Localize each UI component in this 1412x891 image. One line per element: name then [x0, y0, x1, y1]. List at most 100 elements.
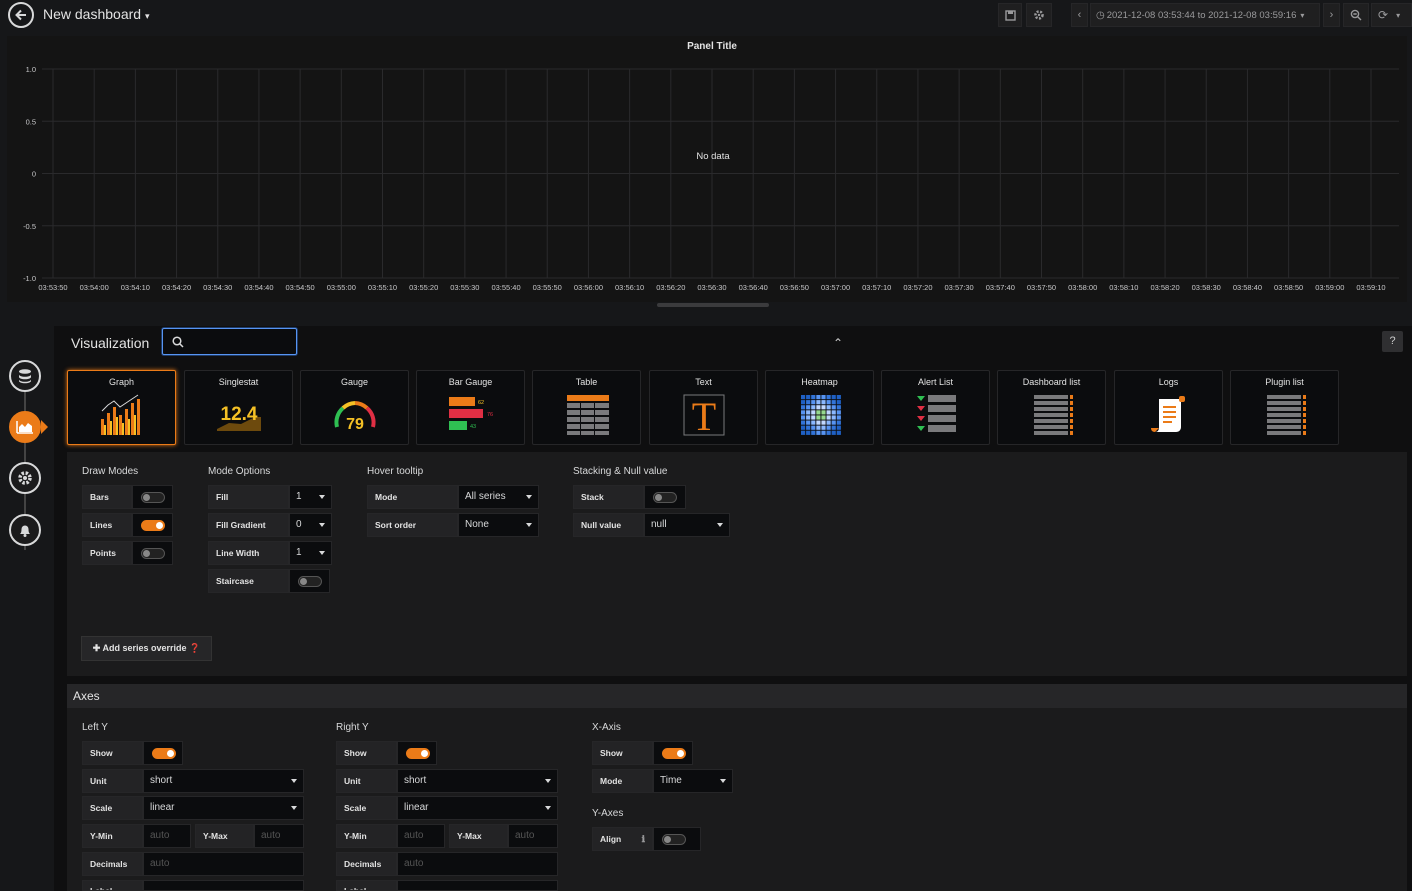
sidebar-item-general[interactable] — [9, 462, 41, 494]
left-y-show-toggle[interactable] — [152, 748, 176, 759]
left-y-label-input[interactable] — [143, 880, 304, 891]
dashboard-title-text: New dashboard — [43, 6, 142, 22]
time-shift-back-button[interactable]: ‹ — [1071, 3, 1088, 27]
viz-card-table[interactable]: Table — [532, 370, 641, 445]
left-y-max-input[interactable]: auto — [254, 824, 304, 848]
save-dashboard-button[interactable] — [998, 3, 1022, 27]
viz-card-alert-list[interactable]: Alert List — [881, 370, 990, 445]
visualization-heading: Visualization — [71, 335, 150, 351]
dashboard-settings-button[interactable] — [1026, 3, 1052, 27]
right-y-max-input[interactable]: auto — [508, 824, 558, 848]
x-axis-mode-select[interactable]: Time — [653, 769, 733, 793]
collapse-chevron-up-icon[interactable]: ⌃ — [833, 336, 843, 350]
left-y-show-switch[interactable] — [143, 741, 183, 765]
heatmap-cell — [806, 405, 811, 410]
bars-toggle[interactable] — [141, 492, 165, 503]
lines-switch[interactable] — [132, 513, 173, 537]
viz-card-logs[interactable]: Logs — [1114, 370, 1223, 445]
left-y-scale-label: Scale — [82, 796, 143, 820]
x-tick-label: 03:54:40 — [244, 283, 273, 292]
viz-card-singlestat[interactable]: Singlestat 12.4 — [184, 370, 293, 445]
points-switch[interactable] — [132, 541, 173, 565]
stack-toggle[interactable] — [653, 492, 677, 503]
left-y-min-input[interactable]: auto — [143, 824, 191, 848]
viz-card-dashboard-list[interactable]: Dashboard list — [997, 370, 1106, 445]
right-y-label-input[interactable] — [397, 880, 558, 891]
chart-area-icon — [16, 421, 33, 434]
viz-card-text[interactable]: Text T — [649, 370, 758, 445]
help-button[interactable]: ? — [1382, 331, 1403, 352]
time-picker-button[interactable]: ◷ 2021-12-08 03:53:44 to 2021-12-08 03:5… — [1090, 3, 1320, 27]
points-toggle[interactable] — [141, 548, 165, 559]
heatmap-cell — [831, 430, 836, 435]
left-y-unit-select[interactable]: short — [143, 769, 304, 793]
y-axes-align-switch[interactable] — [653, 827, 701, 851]
x-tick-label: 03:58:20 — [1150, 283, 1179, 292]
panel-resize-handle[interactable] — [657, 303, 769, 307]
right-y-show-toggle[interactable] — [406, 748, 430, 759]
x-tick-label: 03:55:00 — [327, 283, 356, 292]
dashboard-title[interactable]: New dashboard ▾ — [43, 6, 149, 22]
null-value-select[interactable]: null — [644, 513, 730, 537]
heatmap-cell — [801, 420, 806, 425]
y-axes-align-toggle[interactable] — [662, 834, 686, 845]
heatmap-cell — [831, 420, 836, 425]
viz-card-bar-gauge[interactable]: Bar Gauge 62 76 43 — [416, 370, 525, 445]
right-y-unit-label: Unit — [336, 769, 397, 793]
line-width-select[interactable]: 1 — [289, 541, 332, 565]
right-y-scale-select[interactable]: linear — [397, 796, 558, 820]
y-axes-heading: Y-Axes — [592, 808, 624, 819]
x-tick-label: 03:56:00 — [574, 283, 603, 292]
right-y-unit-select[interactable]: short — [397, 769, 558, 793]
caret-down-icon — [720, 779, 726, 783]
fill-gradient-label: Fill Gradient — [208, 513, 289, 537]
heatmap-cell — [811, 400, 816, 405]
x-tick-label: 03:56:50 — [780, 283, 809, 292]
x-tick-label: 03:55:40 — [491, 283, 520, 292]
heatmap-cell — [831, 395, 836, 400]
right-y-decimals-input[interactable]: auto — [397, 852, 558, 876]
viz-card-label: Graph — [108, 377, 134, 387]
refresh-button[interactable]: ⟳ ▾ — [1371, 3, 1412, 27]
heatmap-cell — [821, 420, 826, 425]
active-arrow-icon — [41, 420, 48, 434]
x-axis-show-toggle[interactable] — [662, 748, 686, 759]
tooltip-mode-select[interactable]: All series — [458, 485, 539, 509]
stack-switch[interactable] — [644, 485, 686, 509]
viz-card-gauge[interactable]: Gauge 79 — [300, 370, 409, 445]
sidebar-item-alert[interactable] — [9, 514, 41, 546]
back-button[interactable] — [8, 2, 34, 28]
lines-toggle[interactable] — [141, 520, 165, 531]
bars-switch[interactable] — [132, 485, 173, 509]
visualization-search-input[interactable] — [162, 328, 297, 355]
viz-card-plugin-list[interactable]: Plugin list — [1230, 370, 1339, 445]
fill-gradient-select[interactable]: 0 — [289, 513, 332, 537]
plus-icon: ✚ — [92, 643, 101, 653]
right-y-heading: Right Y — [336, 722, 369, 733]
axes-section-header[interactable]: Axes — [67, 684, 1407, 708]
time-range-text: 2021-12-08 03:53:44 to 2021-12-08 03:59:… — [1106, 9, 1297, 21]
left-y-decimals-input[interactable]: auto — [143, 852, 304, 876]
sidebar-item-queries[interactable] — [9, 360, 41, 392]
x-axis-show-switch[interactable] — [653, 741, 693, 765]
x-axis-show-label: Show — [592, 741, 653, 765]
zoom-out-button[interactable] — [1343, 3, 1369, 27]
bars-label: Bars — [82, 485, 132, 509]
left-y-scale-select[interactable]: linear — [143, 796, 304, 820]
staircase-toggle[interactable] — [298, 576, 322, 587]
heatmap-cell — [806, 395, 811, 400]
viz-card-heatmap[interactable]: Heatmap — [765, 370, 874, 445]
fill-select[interactable]: 1 — [289, 485, 332, 509]
add-series-override-button[interactable]: ✚ Add series override ❓ — [81, 636, 212, 661]
sidebar-item-visualization[interactable] — [9, 411, 41, 443]
viz-card-graph[interactable]: Graph — [67, 370, 176, 445]
staircase-switch[interactable] — [289, 569, 330, 593]
x-tick-label: 03:58:50 — [1274, 283, 1303, 292]
time-shift-forward-button[interactable]: › — [1323, 3, 1340, 27]
right-y-show-switch[interactable] — [397, 741, 437, 765]
right-y-min-input[interactable]: auto — [397, 824, 445, 848]
heatmap-cell — [816, 420, 821, 425]
heatmap-cell — [826, 425, 831, 430]
caret-down-icon — [526, 495, 532, 499]
sort-order-select[interactable]: None — [458, 513, 539, 537]
